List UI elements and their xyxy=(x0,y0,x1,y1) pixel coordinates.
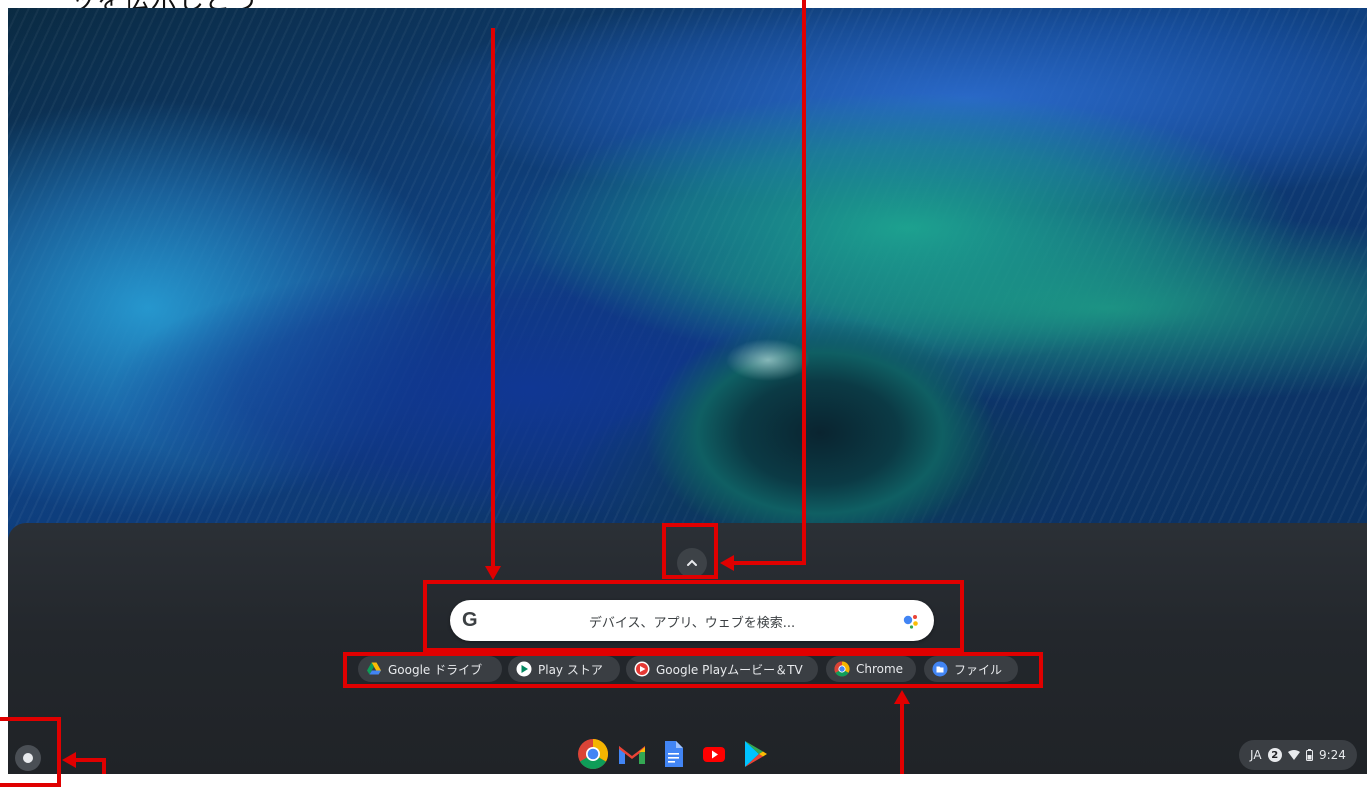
annotation-box-expand xyxy=(662,523,718,579)
annotation-arrow-expand-horizontal xyxy=(732,561,806,565)
notification-badge: 2 xyxy=(1267,748,1282,762)
clock: 9:24 xyxy=(1318,748,1346,762)
annotation-box-chips xyxy=(343,652,1043,688)
battery-icon xyxy=(1305,749,1313,761)
annotation-arrow-search xyxy=(491,28,495,568)
shelf-gmail-icon[interactable] xyxy=(616,738,648,770)
annotation-arrowhead-search xyxy=(485,566,501,580)
shelf-docs-icon[interactable] xyxy=(657,738,689,770)
annotation-box-search xyxy=(423,580,964,652)
annotation-box-launcher xyxy=(0,717,61,787)
annotation-arrowhead-expand xyxy=(720,555,734,571)
annotation-arrowhead-chips xyxy=(894,690,910,704)
annotation-arrow-launcher-vertical xyxy=(102,758,106,774)
annotation-arrowhead-launcher xyxy=(62,752,76,768)
shelf-chrome-icon[interactable] xyxy=(577,738,609,770)
shelf-youtube-icon[interactable] xyxy=(698,738,730,770)
status-tray[interactable]: JA 2 9:24 xyxy=(1239,740,1357,770)
shelf-play-store-icon[interactable] xyxy=(738,738,770,770)
annotation-arrow-chips xyxy=(900,702,904,774)
ime-indicator: JA xyxy=(1250,748,1262,762)
annotation-arrow-expand-vertical xyxy=(802,0,806,565)
wifi-icon xyxy=(1287,750,1300,760)
